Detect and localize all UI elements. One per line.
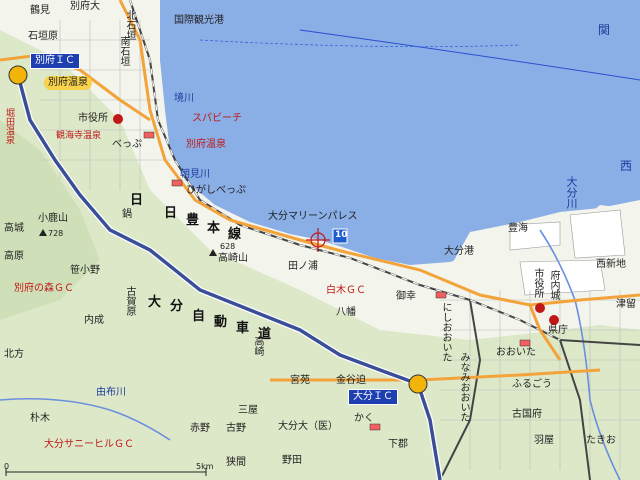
label-tsurumi: 鶴見 bbox=[30, 5, 50, 16]
label-takio: たきお bbox=[586, 435, 616, 446]
label-nippo-3: 豊 bbox=[186, 213, 200, 228]
scale-start-label: 0 bbox=[4, 462, 10, 471]
label-supabeach: スパビーチ bbox=[192, 113, 242, 124]
label-hachiman: 八幡 bbox=[336, 307, 356, 318]
label-sanmyo: 三屋 bbox=[238, 405, 258, 416]
label-furuno: 古野 bbox=[226, 423, 246, 434]
label-kobuyama-elev: 728 bbox=[48, 229, 64, 238]
label-nabe: 鍋 bbox=[122, 209, 132, 220]
label-higashi-beppu: ひがしべっぷ bbox=[186, 185, 246, 196]
map-base-graphic bbox=[0, 0, 640, 480]
beppu-onsen-badge[interactable]: 別府温泉 bbox=[44, 76, 92, 90]
label-nippo-2: 日 bbox=[164, 206, 178, 221]
label-beppu-univ: 別府大 bbox=[70, 1, 100, 12]
label-takasaki: 高崎山 bbox=[218, 253, 248, 264]
label-exp-5: 車 bbox=[236, 321, 250, 336]
label-takabaru: 高原 bbox=[4, 251, 24, 262]
label-kaku: かく bbox=[354, 413, 374, 424]
label-kogumo: 古国府 bbox=[512, 409, 542, 420]
label-kobuyama: 小鹿山 bbox=[38, 213, 68, 224]
label-tanoura: 田ノ浦 bbox=[288, 261, 318, 272]
beppu-ic-badge[interactable]: 別府ＩＣ bbox=[30, 53, 80, 69]
label-furugou: ふるごう bbox=[512, 379, 552, 390]
label-hokaku: 朴木 bbox=[30, 413, 50, 424]
scale-end-label: 5km bbox=[196, 462, 214, 471]
label-exp-6: 道 bbox=[258, 327, 272, 342]
label-exp-3: 自 bbox=[192, 309, 206, 324]
label-gohashi: 御幸 bbox=[396, 291, 416, 302]
label-takasaki-elev: 628 bbox=[220, 242, 236, 251]
label-beppu-onsen-red: 別府温泉 bbox=[186, 139, 226, 150]
label-beppu-station: べっぷ bbox=[112, 139, 142, 150]
label-asamigawa: 朝見川 bbox=[180, 169, 210, 180]
label-kankaiji: 観海寺温泉 bbox=[56, 131, 102, 141]
label-nippo-5: 線 bbox=[228, 227, 242, 242]
label-akano: 赤野 bbox=[190, 423, 210, 434]
route-10-shield: 10 bbox=[335, 230, 348, 240]
label-sakaigawa: 境川 bbox=[174, 93, 194, 104]
label-noda: 野田 bbox=[282, 455, 302, 466]
label-shiyakusho-oita: 市役所 bbox=[532, 268, 543, 298]
label-kanaike: 金谷迫 bbox=[336, 375, 366, 386]
oita-ic-badge[interactable]: 大分ＩＣ bbox=[348, 389, 398, 405]
label-shiraki-gc: 白木ＧＣ bbox=[326, 285, 366, 296]
label-seki: 関 bbox=[598, 23, 611, 37]
label-oita-marine: 大分マリーンパレス bbox=[268, 211, 358, 222]
label-miyaen: 宮苑 bbox=[290, 375, 310, 386]
label-ishigakibara: 石垣原 bbox=[28, 31, 58, 42]
label-shiyakusho-beppu: 市役所 bbox=[78, 113, 108, 124]
label-shimotani: 下郡 bbox=[388, 439, 408, 450]
label-tsuhara: 津留 bbox=[616, 299, 636, 310]
label-nippo-1: 日 bbox=[130, 193, 144, 208]
label-nishioita: にしおおいた bbox=[440, 302, 451, 362]
label-oita-univ: 大分大（医） bbox=[278, 421, 338, 432]
label-kencho: 県庁 bbox=[548, 325, 568, 336]
label-exp-1: 大 bbox=[148, 295, 162, 310]
label-minamiishigaki: 南石垣 bbox=[118, 36, 129, 66]
label-uchinari: 内成 bbox=[84, 315, 104, 326]
label-minamioita: みなみおおいた bbox=[458, 352, 469, 422]
label-oita-river: 大分川 bbox=[565, 176, 578, 209]
label-yufugawa: 由布川 bbox=[96, 387, 126, 398]
label-oita-station: おおいた bbox=[496, 347, 536, 358]
map-canvas[interactable]: 鶴見 石垣原 別府大 北石垣 南石垣 国際観光港 関 西 境川 スパビーチ 市役… bbox=[0, 0, 640, 480]
label-nippo-4: 本 bbox=[207, 221, 221, 236]
label-exp-2: 分 bbox=[170, 299, 184, 314]
label-sasao: 笹小野 bbox=[70, 265, 100, 276]
label-haya: 羽屋 bbox=[534, 435, 554, 446]
label-funai: 府内城 bbox=[548, 270, 559, 300]
label-nishishinchi: 西新地 bbox=[596, 259, 626, 270]
label-hazama: 狭間 bbox=[226, 457, 246, 468]
label-exp-4: 動 bbox=[214, 315, 228, 330]
label-nishi: 西 bbox=[620, 159, 633, 173]
label-oita-sunny-gc: 大分サニーヒルＧＣ bbox=[44, 439, 134, 450]
label-horita: 堀田温泉 bbox=[4, 108, 14, 144]
label-kitacho: 北方 bbox=[4, 349, 24, 360]
label-toyoumi: 豊海 bbox=[508, 223, 528, 234]
label-shiro: 高城 bbox=[4, 223, 24, 234]
label-oita-port: 大分港 bbox=[444, 246, 474, 257]
label-koga: 古賀原 bbox=[124, 286, 135, 316]
label-beppu-forest-gc: 別府の森ＧＣ bbox=[14, 283, 74, 294]
label-kokusai-port: 国際観光港 bbox=[174, 15, 224, 26]
